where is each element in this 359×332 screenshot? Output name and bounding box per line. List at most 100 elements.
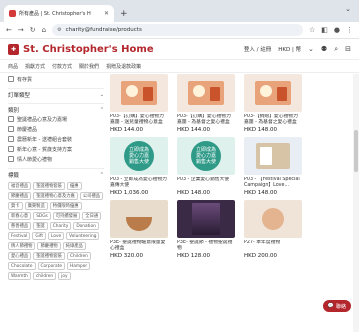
- product-card[interactable]: P27- 本年度禮物 HKD 200.00: [244, 200, 302, 259]
- checkbox[interactable]: [8, 116, 14, 122]
- filter-in-stock[interactable]: 有存貨: [8, 74, 104, 84]
- filter-category[interactable]: 節慶禮品: [8, 124, 104, 134]
- product-card[interactable]: P03 - 【Festival Special Campaign】Love...…: [244, 137, 302, 196]
- product-card[interactable]: P03-【訂購】愛心禮物力嘉團 - 為基督之愛心禮盒 HKD 144.00: [177, 74, 235, 133]
- checkbox[interactable]: [8, 136, 14, 142]
- product-image[interactable]: [110, 74, 168, 112]
- product-image[interactable]: 立即成為 愛心力嘉 銷售大使: [177, 137, 235, 175]
- tag-chip[interactable]: 公司禮品: [79, 192, 104, 200]
- product-image[interactable]: [110, 200, 168, 238]
- tag-chip[interactable]: 可持續發展: [52, 212, 81, 220]
- tag-chip[interactable]: Donation: [73, 222, 99, 230]
- tag-chip[interactable]: 賀卡: [8, 202, 23, 210]
- tag-chip[interactable]: children: [32, 272, 57, 280]
- product-image[interactable]: [244, 137, 302, 175]
- tag-chip[interactable]: Warmth: [8, 272, 31, 280]
- section-category[interactable]: 類別 ⌃: [8, 103, 104, 114]
- product-card[interactable]: P3E- 聖誕禮物暖意限量愛心禮盒 HKD 320.00: [110, 200, 168, 259]
- tag-chip[interactable]: Festival: [8, 232, 31, 240]
- close-tab-icon[interactable]: ✕: [104, 10, 109, 17]
- tag-chip[interactable]: Corporate: [37, 262, 65, 270]
- filter-category[interactable]: 情人節愛心禮物: [8, 154, 104, 164]
- tag-chip[interactable]: 節慶禮物: [37, 242, 61, 250]
- tag-chip[interactable]: Children: [66, 252, 91, 260]
- currency-select[interactable]: HKD | 幣: [278, 45, 301, 53]
- tag-chip[interactable]: Gift: [32, 232, 47, 240]
- back-icon[interactable]: ←: [6, 26, 12, 34]
- tag-chip[interactable]: 廣東製造: [24, 202, 48, 210]
- tag-chip[interactable]: 聖誕禮物心意及力嘉: [33, 192, 78, 200]
- scrollbar[interactable]: [353, 74, 359, 332]
- tag-chip[interactable]: 特價限時優惠: [49, 202, 82, 210]
- tag-chip[interactable]: Hamper: [66, 262, 91, 270]
- product-title[interactable]: P03 - 企業愛心銷售大使: [177, 177, 235, 189]
- product-image[interactable]: [244, 200, 302, 238]
- tag-chip[interactable]: 聖誕: [33, 222, 48, 230]
- chevron-down-icon[interactable]: ⌄: [308, 45, 314, 53]
- product-card[interactable]: 立即成為 愛心力嘉 銷售大使 P03 - 企業愛心銷售大使 HKD 148.00: [177, 137, 235, 196]
- product-card[interactable]: 立即成為 愛心力嘉 銷售大使 P03 - 立即成為愛心禮物力嘉傳大使 HKD 1,0…: [110, 137, 168, 196]
- checkbox[interactable]: [8, 126, 14, 132]
- tag-chip[interactable]: Volunteering: [66, 232, 100, 240]
- url-input[interactable]: ⚙ charity@fundraise/products: [52, 24, 303, 36]
- extensions-icon[interactable]: ◧: [321, 26, 328, 34]
- product-title[interactable]: P03 - 【Festival Special Campaign】Love...: [244, 177, 302, 189]
- chevron-up-icon[interactable]: ⌃: [100, 172, 104, 178]
- filter-category[interactable]: 新年心意 - 賀歲支持方案: [8, 144, 104, 154]
- tag-chip[interactable]: 新春心意: [8, 212, 32, 220]
- product-title[interactable]: P3E- 聖誕節 - 禮物聖誕禮物: [177, 240, 235, 252]
- reload-icon[interactable]: ↻: [30, 26, 36, 34]
- site-info-icon[interactable]: ⚙: [57, 27, 61, 33]
- product-card[interactable]: P03-【捐贈】愛心禮物力嘉團 - 為基督之愛心禮盒 HKD 148.00: [244, 74, 302, 133]
- product-title[interactable]: P03-【訂購】愛心禮物力嘉團 - 為基督之愛心禮盒: [177, 114, 235, 126]
- login-link[interactable]: 登入 / 註冊: [244, 45, 271, 53]
- menu-icon[interactable]: ⋮: [346, 26, 353, 34]
- nav-item-policy[interactable]: 捐贈及退款政策: [106, 63, 141, 70]
- section-tags[interactable]: 標籤 ⌃: [8, 168, 104, 179]
- cart-icon[interactable]: ⊟: [345, 45, 351, 53]
- profile-icon[interactable]: ●: [334, 26, 340, 34]
- product-title[interactable]: P03-【訂購】愛心禮物力嘉團 - 送兒童禮物心意盒: [110, 114, 168, 126]
- tag-chip[interactable]: joy: [58, 272, 71, 280]
- brand-logo-icon[interactable]: ✚: [8, 43, 19, 55]
- checkbox[interactable]: [8, 146, 14, 152]
- tag-chip[interactable]: 福音禮品: [8, 182, 32, 190]
- tag-chip[interactable]: Chocolate: [8, 262, 36, 270]
- product-title[interactable]: P27- 本年度禮物: [244, 240, 302, 252]
- checkbox[interactable]: [8, 156, 14, 162]
- tag-chip[interactable]: 聖誕禮物套裝: [33, 182, 65, 190]
- tag-chip[interactable]: Charity: [49, 222, 72, 230]
- nav-item-about[interactable]: 關於我們: [79, 63, 99, 70]
- tag-chip[interactable]: 節慶禮品: [8, 192, 32, 200]
- chevron-up-icon[interactable]: ⌃: [100, 107, 104, 113]
- nav-item-products[interactable]: 商品: [8, 63, 18, 70]
- nav-item-donation[interactable]: 捐獻方式: [25, 63, 45, 70]
- brand-name[interactable]: St. Christopher's Home: [23, 44, 244, 55]
- checkbox[interactable]: [8, 76, 14, 82]
- chat-button[interactable]: 💬 聯絡: [322, 300, 351, 312]
- tag-chip[interactable]: 情人節禮物: [8, 242, 36, 250]
- home-icon[interactable]: ⌂: [42, 26, 46, 34]
- product-card[interactable]: P03-【訂購】愛心禮物力嘉團 - 送兒童禮物心意盒 HKD 144.00: [110, 74, 168, 133]
- product-image[interactable]: [244, 74, 302, 112]
- forward-icon[interactable]: →: [18, 26, 24, 34]
- filter-category[interactable]: 聖誕禮品心意及力嘉場: [8, 114, 104, 124]
- tag-chip[interactable]: 優惠: [66, 182, 82, 190]
- filter-category[interactable]: 農曆新年 - 送禮組合套裝: [8, 134, 104, 144]
- product-image[interactable]: [177, 200, 235, 238]
- section-order-type[interactable]: 訂單類型 ⌄: [8, 88, 104, 99]
- tag-chip[interactable]: 愛心禮品: [8, 252, 32, 260]
- product-title[interactable]: P3E- 聖誕禮物暖意限量愛心禮盒: [110, 240, 168, 252]
- product-title[interactable]: P03 - 立即成為愛心禮物力嘉傳大使: [110, 177, 168, 189]
- tag-chip[interactable]: 聖誕禮物套裝: [33, 252, 65, 260]
- tag-chip[interactable]: Love: [48, 232, 65, 240]
- product-card[interactable]: P3E- 聖誕節 - 禮物聖誕禮物 HKD 128.00: [177, 200, 235, 259]
- nav-item-payment[interactable]: 付款方式: [52, 63, 72, 70]
- chevron-down-icon[interactable]: ⌄: [100, 92, 104, 98]
- user-icon[interactable]: ⚉: [321, 45, 327, 53]
- product-image[interactable]: [177, 74, 235, 112]
- product-image[interactable]: 立即成為 愛心力嘉 銷售大使: [110, 137, 168, 175]
- bookmark-star-icon[interactable]: ☆: [309, 26, 315, 34]
- tag-chip[interactable]: 純綠產品: [62, 242, 86, 250]
- browser-tab[interactable]: 所有產品 | St. Christopher's H ✕: [4, 5, 114, 22]
